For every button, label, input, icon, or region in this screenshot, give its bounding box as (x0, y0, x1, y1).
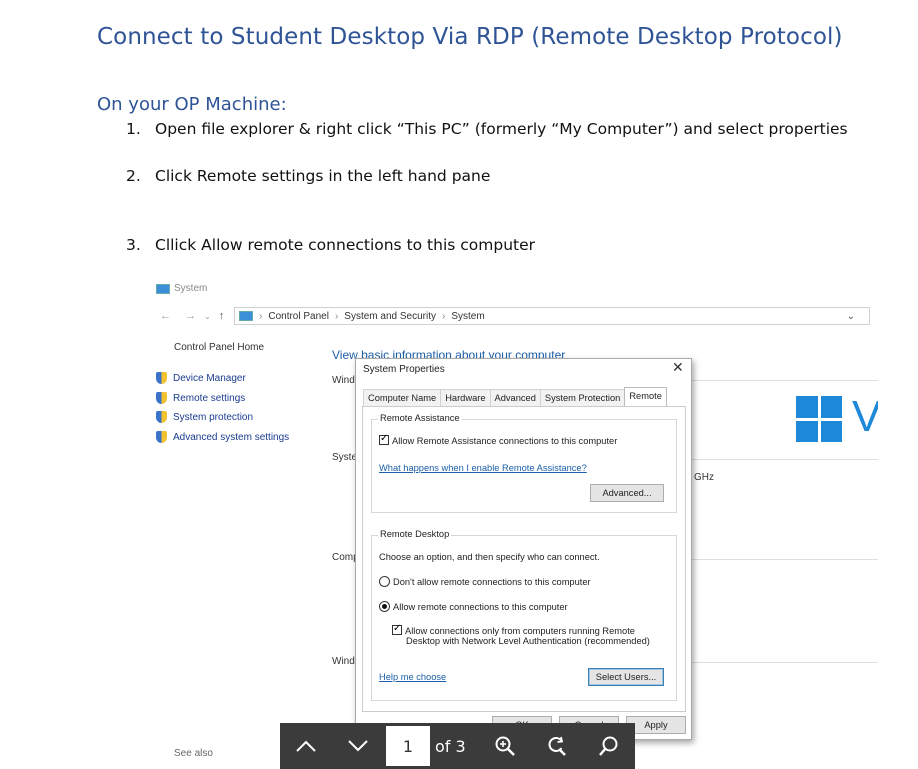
sidebar-item-label: Advanced system settings (173, 431, 290, 443)
tab-remote[interactable]: Remote (624, 387, 667, 406)
window-title-bar: System (156, 283, 207, 294)
step-text: Open file explorer & right click “This P… (155, 120, 848, 138)
radio-unselected-icon[interactable] (379, 576, 390, 587)
dont-allow-label: Don't allow remote connections to this c… (393, 577, 591, 587)
next-page-button[interactable] (332, 723, 384, 769)
remote-desktop-instructions: Choose an option, and then specify who c… (379, 552, 600, 562)
checkbox-checked-icon[interactable] (392, 623, 402, 635)
apply-button[interactable]: Apply (626, 716, 686, 734)
system-fragment: Syste (332, 452, 358, 463)
step-2: 2. Click Remote settings in the left hand… (126, 167, 490, 185)
step-3: 3. Cllick Allow remote connections to thi… (126, 236, 535, 254)
monitor-icon (239, 311, 253, 321)
control-panel-home-link: Control Panel Home (174, 342, 265, 353)
nla-label-line1: Allow connections only from computers ru… (405, 626, 635, 636)
divider (690, 662, 878, 663)
rotate-search-icon (548, 736, 566, 756)
zoom-in-icon (495, 736, 515, 756)
help-me-choose-link[interactable]: Help me choose (379, 672, 446, 682)
step-number: 2. (126, 167, 141, 185)
remote-tab-panel: Remote Assistance Allow Remote Assistanc… (362, 406, 686, 712)
divider (690, 380, 878, 381)
shield-icon (156, 392, 167, 404)
windows-activation-fragment: Wind (332, 656, 355, 667)
monitor-icon (156, 283, 170, 294)
windows-edition-fragment: Wind (332, 375, 355, 386)
tab-computer-name[interactable]: Computer Name (363, 389, 442, 406)
sidebar-item-remote-settings: Remote settings (156, 392, 245, 404)
remote-desktop-group: Remote Desktop Choose an option, and the… (371, 529, 677, 701)
windows-logo-text: V (852, 392, 878, 441)
step-text: Click Remote settings in the left hand p… (155, 167, 491, 185)
allow-remote-assistance-checkbox[interactable]: Allow Remote Assistance connections to t… (379, 433, 618, 446)
back-arrow-icon: ← (160, 310, 171, 322)
close-icon[interactable]: ✕ (672, 359, 684, 376)
sidebar-item-system-protection: System protection (156, 411, 253, 423)
tab-advanced[interactable]: Advanced (489, 389, 541, 406)
step-text: Cllick Allow remote connections to this … (155, 236, 536, 254)
rotate-zoom-button[interactable] (531, 723, 583, 769)
system-properties-dialog: System Properties ✕ Computer Name Hardwa… (355, 358, 692, 740)
breadcrumb-separator-icon: › (442, 310, 446, 322)
dialog-tabs: Computer Name Hardware Advanced System P… (363, 387, 667, 406)
breadcrumb-separator-icon: › (259, 310, 263, 322)
chevron-up-icon (296, 740, 316, 752)
select-users-button[interactable]: Select Users... (588, 668, 664, 686)
search-icon (599, 736, 618, 756)
sidebar-item-device-manager: Device Manager (156, 372, 246, 384)
dialog-title: System Properties (363, 364, 445, 375)
search-button[interactable] (583, 723, 635, 769)
remote-desktop-label: Remote Desktop (378, 529, 452, 539)
step-1: 1. Open file explorer & right click “This… (126, 120, 848, 138)
window-title: System (174, 283, 208, 294)
address-bar: › Control Panel › System and Security › … (234, 307, 870, 325)
dont-allow-radio[interactable]: Don't allow remote connections to this c… (379, 576, 591, 587)
page-count: of 3 (435, 736, 466, 756)
tab-system-protection[interactable]: System Protection (539, 389, 626, 406)
shield-icon (156, 431, 167, 443)
breadcrumb-system: System (451, 310, 485, 322)
remote-assistance-group: Remote Assistance Allow Remote Assistanc… (371, 413, 677, 513)
chevron-down-icon: ⌄ (204, 311, 211, 321)
advanced-button[interactable]: Advanced... (590, 484, 664, 502)
divider (690, 459, 878, 460)
breadcrumb-separator-icon: › (334, 310, 339, 322)
document-subtitle: On your OP Machine: (97, 94, 287, 115)
remote-assistance-label: Remote Assistance (378, 413, 462, 423)
allow-remote-radio[interactable]: Allow remote connections to this compute… (379, 601, 568, 612)
shield-icon (156, 372, 167, 384)
sidebar-item-label: Device Manager (173, 372, 246, 384)
divider (690, 559, 878, 560)
remote-assistance-help-link[interactable]: What happens when I enable Remote Assist… (379, 463, 587, 473)
embedded-screenshot: System ← → ⌄ ↑ › Control Panel › System … (150, 278, 878, 769)
windows-logo-icon (796, 396, 842, 442)
nla-label-line2: Desktop with Network Level Authenticatio… (406, 636, 650, 646)
viewer-toolbar: 1 of 3 (280, 723, 635, 769)
sidebar-item-label: System protection (173, 411, 254, 423)
checkbox-checked-icon[interactable] (379, 433, 389, 445)
page-number-input[interactable]: 1 (386, 726, 430, 766)
cpu-speed-fragment: GHz (694, 472, 714, 483)
up-arrow-icon: ↑ (218, 310, 225, 322)
step-number: 1. (126, 120, 141, 138)
forward-arrow-icon: → (185, 310, 196, 322)
breadcrumb-control-panel: Control Panel (268, 310, 329, 322)
sidebar-item-advanced-settings: Advanced system settings (156, 431, 289, 443)
tab-hardware[interactable]: Hardware (440, 389, 491, 406)
chevron-down-icon (348, 740, 368, 752)
see-also-label: See also (174, 748, 213, 759)
dropdown-chevron-icon: ⌄ (846, 310, 855, 322)
zoom-in-button[interactable] (479, 723, 531, 769)
shield-icon (156, 411, 167, 423)
document-title: Connect to Student Desktop Via RDP (Remo… (97, 24, 843, 50)
step-number: 3. (126, 236, 141, 254)
allow-remote-assistance-label: Allow Remote Assistance connections to t… (392, 436, 618, 446)
breadcrumb-system-security: System and Security (344, 310, 436, 322)
navigation-bar: ← → ⌄ ↑ › Control Panel › System and Sec… (150, 305, 878, 327)
radio-selected-icon[interactable] (379, 601, 390, 612)
allow-remote-label: Allow remote connections to this compute… (393, 602, 568, 612)
previous-page-button[interactable] (280, 723, 332, 769)
nla-checkbox[interactable]: Allow connections only from computers ru… (392, 623, 635, 636)
sidebar-item-label: Remote settings (173, 392, 246, 404)
